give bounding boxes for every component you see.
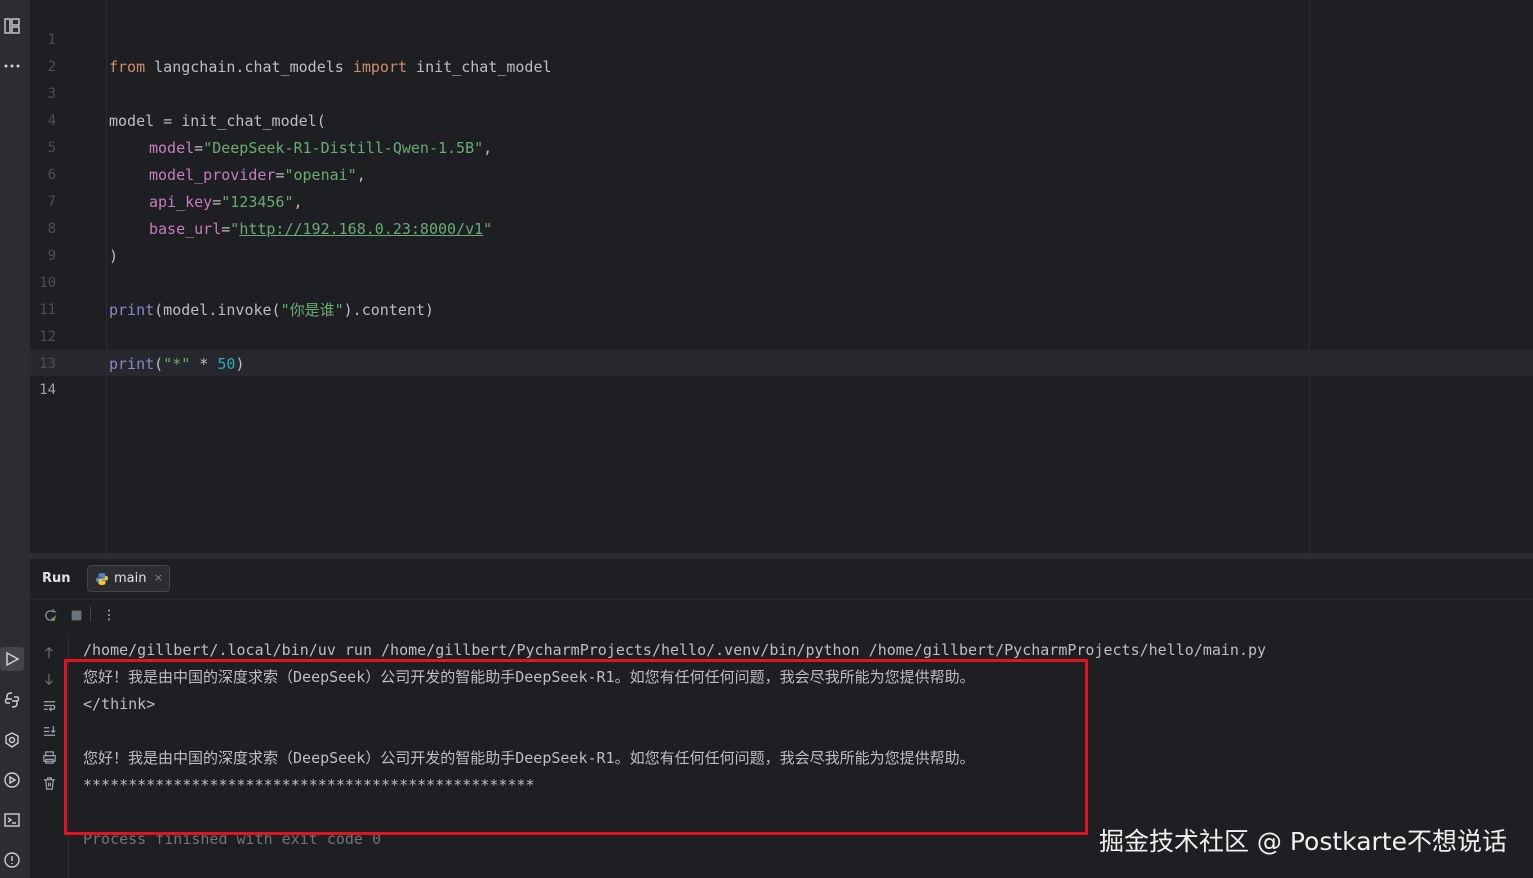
toolbar-separator xyxy=(90,606,91,622)
panel-header-divider xyxy=(30,599,1533,600)
code-line[interactable]: 1 from langchain.chat_models import init… xyxy=(30,0,1510,76)
code-line[interactable]: 9 xyxy=(30,216,1510,264)
code-line[interactable]: 3 model = init_chat_model( xyxy=(30,54,1510,130)
code-line[interactable]: 7 base_url="http://192.168.0.23:8000/v1" xyxy=(30,162,1510,238)
python-packages-icon[interactable] xyxy=(0,688,24,712)
scroll-to-end-icon[interactable] xyxy=(40,722,58,740)
debug-run-icon[interactable] xyxy=(0,768,24,792)
console-output-line: /home/gillbert/.local/bin/uv run /home/g… xyxy=(83,641,1267,659)
code-line[interactable]: 8 ) xyxy=(30,189,1510,265)
scroll-down-icon[interactable] xyxy=(40,670,58,688)
code-line[interactable]: 2 xyxy=(30,27,1510,75)
run-tool-icon[interactable] xyxy=(0,647,24,671)
python-icon xyxy=(96,572,108,585)
run-panel-title: Run xyxy=(42,571,71,586)
stop-icon[interactable] xyxy=(68,607,84,623)
code-line[interactable]: 11 xyxy=(30,270,1510,318)
more-options-icon[interactable] xyxy=(101,607,117,623)
code-line[interactable]: 10 print(model.invoke("你是谁").content) xyxy=(30,243,1510,319)
code-line[interactable]: 4 model="DeepSeek-R1-Distill-Qwen-1.5B", xyxy=(30,81,1510,157)
terminal-icon[interactable] xyxy=(0,808,24,832)
code-line[interactable]: 12 print("*" * 50) xyxy=(30,297,1510,373)
left-tool-strip xyxy=(0,0,30,878)
watermark: 掘金技术社区 @ Postkarte不想说话 xyxy=(1098,827,1507,856)
services-icon[interactable] xyxy=(0,728,24,752)
problems-icon[interactable] xyxy=(0,848,24,872)
print-icon[interactable] xyxy=(40,748,58,766)
soft-wrap-icon[interactable] xyxy=(40,696,58,714)
rerun-icon[interactable] xyxy=(42,607,58,623)
line-number: 14 xyxy=(39,382,56,398)
tab-main-label: main xyxy=(114,571,147,586)
code-line[interactable]: 13 xyxy=(30,324,1510,372)
annotation-highlight-box xyxy=(64,659,1088,835)
close-tab-icon[interactable]: × xyxy=(154,571,163,584)
code-line[interactable]: 5 model_provider="openai", xyxy=(30,108,1510,184)
tab-main[interactable]: main × xyxy=(87,565,170,592)
more-tools-icon[interactable] xyxy=(0,54,24,78)
structure-icon[interactable] xyxy=(0,14,24,38)
scroll-up-icon[interactable] xyxy=(40,644,58,662)
code-line-current[interactable]: 14 xyxy=(30,350,1510,398)
code-line[interactable]: 6 api_key="123456", xyxy=(30,135,1510,211)
trash-icon[interactable] xyxy=(40,774,58,792)
